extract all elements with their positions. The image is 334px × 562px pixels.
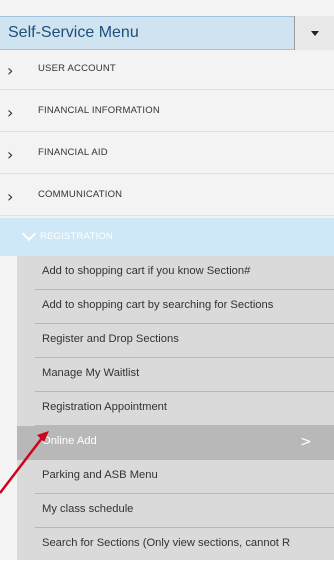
chevron-right-icon: › [7,61,14,80]
menu-header: Self-Service Menu [0,16,334,50]
registration-submenu: Add to shopping cart if you know Section… [17,256,334,560]
submenu-item-manage-waitlist[interactable]: Manage My Waitlist [17,358,334,392]
category-label: COMMUNICATION [38,189,123,200]
submenu-item-parking-asb[interactable]: Parking and ASB Menu [17,460,334,494]
category-label: USER ACCOUNT [38,63,116,74]
submenu-item-label: Add to shopping cart if you know Section… [42,265,251,277]
submenu-item-online-add[interactable]: Online Add > [17,426,334,460]
submenu-item-register-drop[interactable]: Register and Drop Sections [17,324,334,358]
menu-category-financial-information[interactable]: › FINANCIAL INFORMATION [0,92,334,132]
submenu-item-add-by-section-number[interactable]: Add to shopping cart if you know Section… [17,256,334,290]
submenu-item-add-by-search[interactable]: Add to shopping cart by searching for Se… [17,290,334,324]
chevron-down-icon [21,226,37,242]
chevron-right-icon: › [7,145,14,164]
menu-category-communication[interactable]: › COMMUNICATION [0,176,334,216]
chevron-right-icon: › [7,187,14,206]
menu-dropdown-button[interactable] [294,16,334,50]
submenu-item-search-sections[interactable]: Search for Sections (Only view sections,… [17,528,334,562]
menu-title: Self-Service Menu [8,24,139,41]
chevron-right-icon: > [300,434,312,450]
menu-category-financial-aid[interactable]: › FINANCIAL AID [0,134,334,174]
menu-category-registration[interactable]: REGISTRATION [0,218,334,256]
category-label: FINANCIAL AID [38,147,108,158]
self-service-menu: Self-Service Menu › USER ACCOUNT › FINAN… [0,0,334,560]
submenu-item-label: Parking and ASB Menu [42,469,158,481]
submenu-item-label: My class schedule [42,503,134,515]
caret-down-icon [310,30,319,36]
menu-category-user-account[interactable]: › USER ACCOUNT [0,50,334,90]
category-label: REGISTRATION [40,231,113,242]
submenu-item-label: Add to shopping cart by searching for Se… [42,299,274,311]
chevron-right-icon: › [7,103,14,122]
category-label: FINANCIAL INFORMATION [38,105,160,116]
submenu-item-label: Manage My Waitlist [42,367,140,379]
submenu-item-label: Register and Drop Sections [42,333,179,345]
submenu-item-label: Search for Sections (Only view sections,… [42,537,291,549]
submenu-item-label: Registration Appointment [42,401,168,413]
submenu-item-class-schedule[interactable]: My class schedule [17,494,334,528]
submenu-item-registration-appointment[interactable]: Registration Appointment [17,392,334,426]
submenu-item-label: Online Add [42,435,97,447]
